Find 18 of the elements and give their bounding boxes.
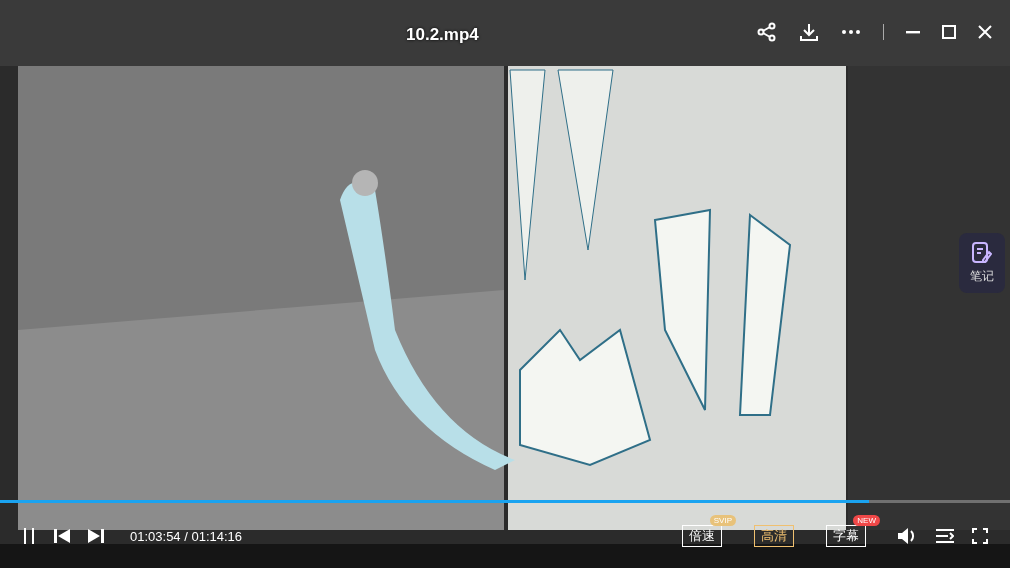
badge: SVIP: [709, 515, 736, 526]
notes-button[interactable]: 笔记: [959, 233, 1005, 293]
minimize-icon[interactable]: [906, 30, 920, 34]
share-icon[interactable]: [757, 22, 777, 42]
video-title: 10.2.mp4: [406, 25, 479, 45]
maximize-icon[interactable]: [942, 25, 956, 39]
next-icon[interactable]: [88, 529, 104, 543]
more-icon[interactable]: [841, 29, 861, 35]
download-icon[interactable]: [799, 22, 819, 42]
pause-icon[interactable]: [22, 528, 36, 544]
fullscreen-icon[interactable]: [972, 528, 988, 544]
quality-button[interactable]: 高清: [754, 525, 794, 547]
playback-time: 01:03:54 / 01:14:16: [130, 528, 243, 544]
close-icon[interactable]: [978, 25, 992, 39]
note-icon: [972, 241, 992, 264]
previous-icon[interactable]: [54, 529, 70, 543]
badge: NEW: [853, 515, 880, 526]
playlist-icon[interactable]: [936, 528, 954, 544]
